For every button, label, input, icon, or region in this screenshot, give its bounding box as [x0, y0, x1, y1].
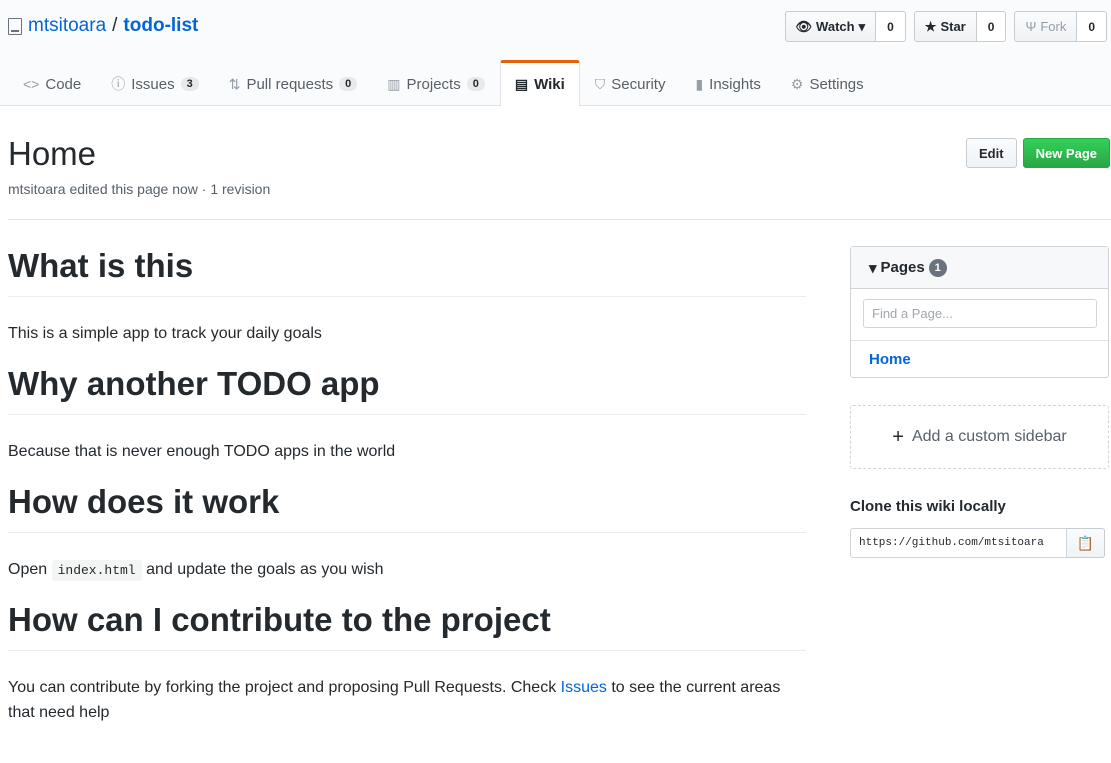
- fork-count[interactable]: 0: [1077, 11, 1107, 42]
- pages-toggle[interactable]: ▾ Pages 1: [851, 247, 1108, 289]
- tab-issues-label: Issues: [131, 75, 175, 93]
- pages-label: Pages: [880, 259, 925, 276]
- fork-icon: Ψ: [1025, 19, 1037, 34]
- repo-name-link[interactable]: todo-list: [123, 15, 198, 37]
- tab-security-label: Security: [611, 75, 666, 93]
- triangle-down-icon: ▾: [869, 259, 877, 277]
- pull-request-icon: ⇅: [228, 75, 241, 92]
- star-button[interactable]: ★ Star: [913, 11, 977, 42]
- watch-group: 👁 Watch ▾ 0: [784, 11, 906, 42]
- tab-projects-count: 0: [466, 77, 485, 91]
- tab-settings[interactable]: ⚙ Settings: [776, 60, 879, 106]
- tab-insights[interactable]: ▮ Insights: [680, 60, 775, 106]
- clone-url-row: 📋: [850, 528, 1105, 558]
- repo-title: mtsitoara / todo-list: [8, 15, 198, 37]
- copy-clipboard-button[interactable]: 📋: [1067, 528, 1105, 558]
- pages-box: ▾ Pages 1 Home: [850, 246, 1109, 378]
- repo-header: mtsitoara / todo-list 👁 Watch ▾ 0 ★ Star…: [0, 0, 1111, 107]
- fork-button[interactable]: Ψ Fork: [1014, 11, 1078, 42]
- paragraph-what-is-this: This is a simple app to track your daily…: [8, 325, 322, 343]
- new-page-button[interactable]: New Page: [1022, 138, 1110, 168]
- gear-icon: ⚙: [790, 75, 804, 92]
- fork-label: Fork: [1040, 19, 1067, 34]
- find-page-input[interactable]: [863, 299, 1097, 328]
- clone-url-input[interactable]: [850, 528, 1067, 558]
- tab-code[interactable]: <> Code: [8, 60, 96, 106]
- tab-projects-label: Projects: [406, 75, 461, 93]
- clone-wiki-title: Clone this wiki locally: [850, 498, 1006, 515]
- issue-icon: ⓘ: [111, 76, 126, 92]
- heading-what-is-this: What is this: [8, 245, 806, 298]
- tab-insights-label: Insights: [709, 75, 761, 93]
- code-icon: <>: [23, 76, 40, 92]
- star-count[interactable]: 0: [976, 11, 1007, 42]
- book-icon: ▤: [514, 76, 529, 92]
- fork-group: Ψ Fork 0: [1014, 11, 1107, 42]
- tab-code-label: Code: [45, 75, 82, 93]
- tab-issues[interactable]: ⓘ Issues 3: [96, 60, 213, 106]
- p4-before: You can contribute by forking the projec…: [8, 678, 557, 696]
- pages-list-divider: [851, 340, 1108, 341]
- eye-icon: 👁: [795, 19, 813, 34]
- watch-button[interactable]: 👁 Watch ▾: [784, 11, 877, 42]
- header-divider: [8, 219, 1111, 220]
- paragraph-how-to-contribute: You can contribute by forking the projec…: [8, 675, 806, 726]
- watch-label: Watch: [816, 19, 855, 34]
- star-icon: ★: [924, 19, 937, 34]
- repo-nav-tabs: <> Code ⓘ Issues 3 ⇅ Pull requests 0 ▥ P…: [8, 60, 879, 107]
- heading-why-another: Why another TODO app: [8, 363, 806, 416]
- inline-code-filename: index.html: [51, 559, 142, 581]
- page-link-home[interactable]: Home: [869, 351, 911, 368]
- tab-pull-requests-label: Pull requests: [246, 75, 334, 93]
- repo-separator: /: [112, 15, 118, 36]
- p3-after: and update the goals as you wish: [146, 560, 384, 578]
- page-revision-meta: mtsitoara edited this page now · 1 revis…: [8, 181, 271, 197]
- paragraph-why-another: Because that is never enough TODO apps i…: [8, 443, 396, 461]
- repo-owner-link[interactable]: mtsitoara: [28, 15, 106, 37]
- tab-security[interactable]: ⛉ Security: [580, 60, 681, 106]
- watch-count[interactable]: 0: [876, 11, 906, 42]
- star-group: ★ Star 0: [913, 11, 1007, 42]
- tab-pull-requests[interactable]: ⇅ Pull requests 0: [214, 60, 373, 106]
- paragraph-how-does-it-work: Open index.html and update the goals as …: [8, 557, 806, 583]
- tab-projects[interactable]: ▥ Projects 0: [372, 60, 500, 106]
- p3-before: Open: [8, 560, 48, 578]
- pages-count-badge: 1: [928, 258, 947, 277]
- plus-icon: +: [892, 425, 904, 448]
- graph-icon: ▮: [695, 75, 704, 92]
- edit-button[interactable]: Edit: [966, 138, 1017, 168]
- page-title: Home: [8, 135, 97, 172]
- repo-actions: 👁 Watch ▾ 0 ★ Star 0 Ψ Fork 0: [784, 11, 1107, 42]
- tab-issues-count: 3: [180, 77, 199, 91]
- heading-how-does-it-work: How does it work: [8, 481, 806, 533]
- wiki-content: What is this This is a simple app to tra…: [8, 245, 806, 742]
- star-label: Star: [940, 19, 966, 34]
- issues-link[interactable]: Issues: [561, 679, 607, 696]
- repo-icon: [8, 17, 22, 35]
- add-custom-sidebar-label: Add a custom sidebar: [911, 428, 1067, 445]
- page-actions: Edit New Page: [966, 138, 1110, 168]
- tab-wiki[interactable]: ▤ Wiki: [499, 60, 580, 107]
- tab-pull-requests-count: 0: [339, 77, 358, 91]
- heading-how-to-contribute: How can I contribute to the project: [8, 599, 806, 651]
- clipboard-icon: 📋: [1076, 534, 1095, 551]
- tab-wiki-label: Wiki: [534, 76, 565, 93]
- caret-down-icon: ▾: [858, 19, 866, 34]
- shield-icon: ⛉: [594, 75, 606, 92]
- add-custom-sidebar-button[interactable]: + Add a custom sidebar: [850, 405, 1109, 469]
- tab-settings-label: Settings: [809, 75, 864, 93]
- project-icon: ▥: [387, 75, 401, 92]
